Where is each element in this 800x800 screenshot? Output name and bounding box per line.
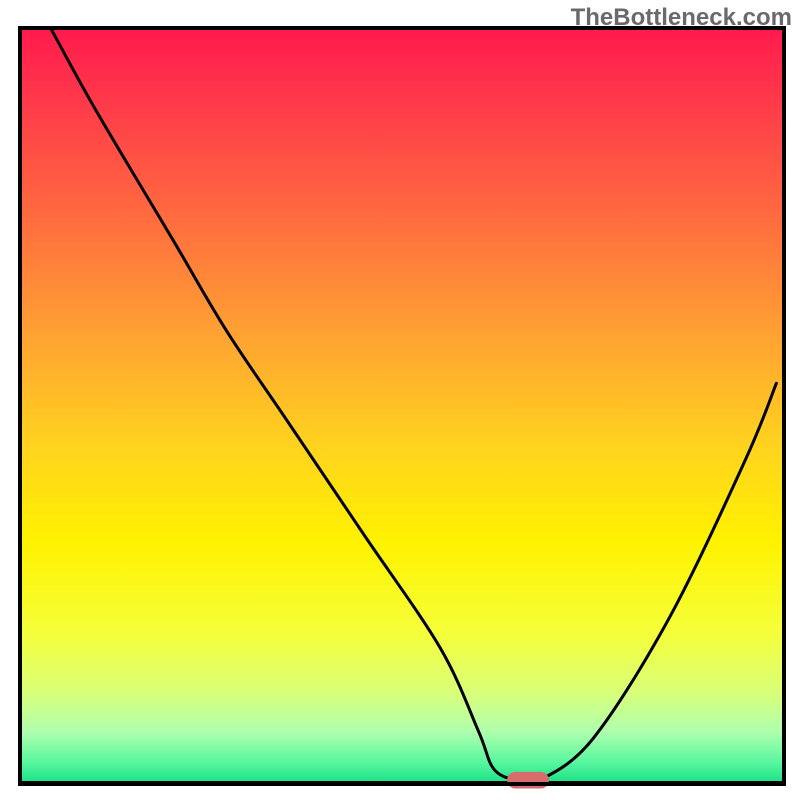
bottleneck-chart	[0, 0, 800, 800]
watermark-text: TheBottleneck.com	[571, 4, 792, 32]
plot-background	[20, 28, 784, 784]
optimum-marker	[507, 772, 549, 789]
chart-container: TheBottleneck.com	[0, 0, 800, 800]
